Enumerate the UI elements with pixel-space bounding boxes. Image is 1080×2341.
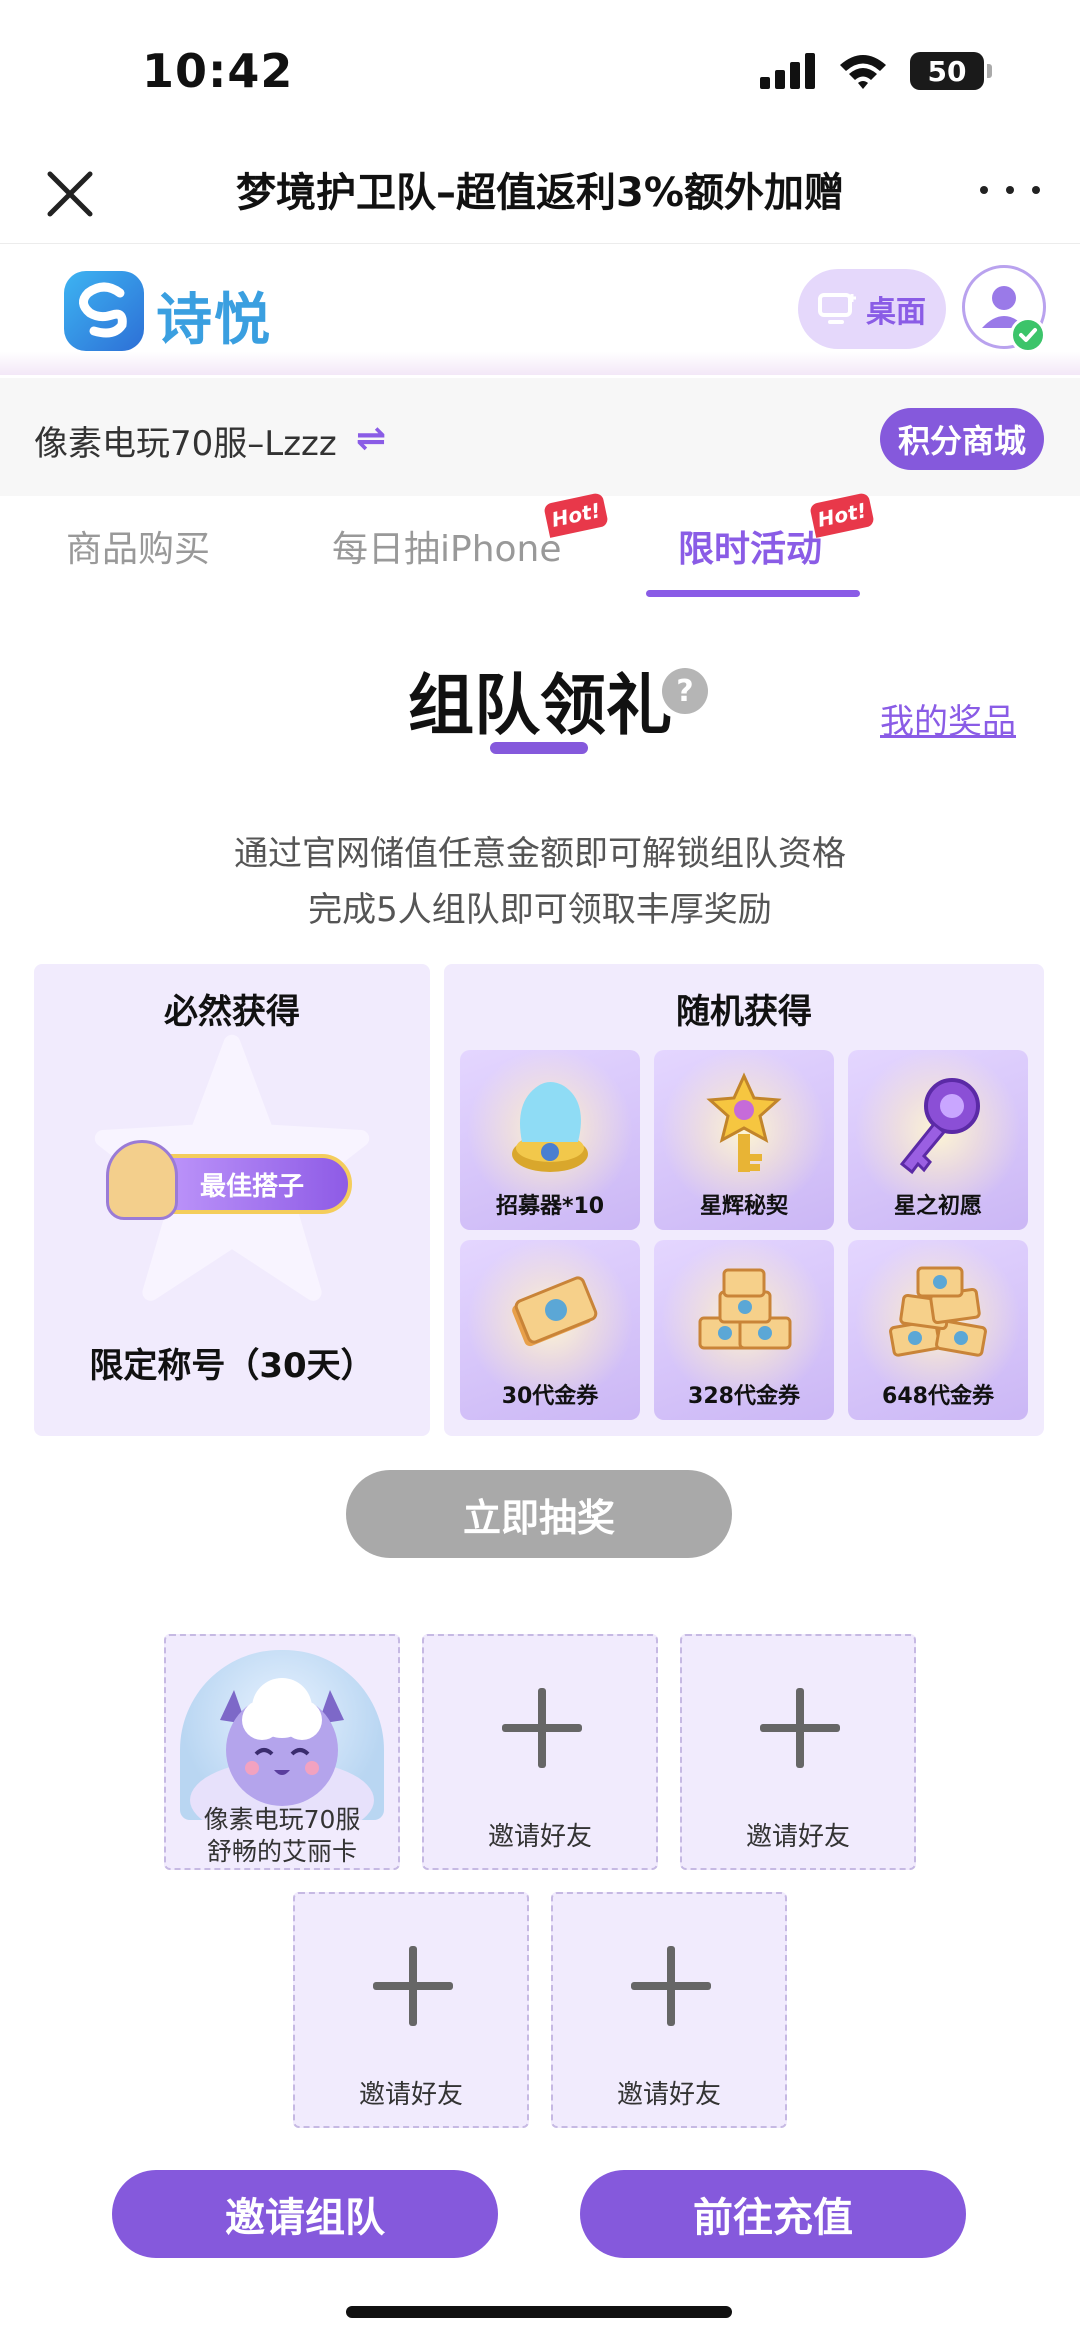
prize-card: 328代金券 [654,1240,834,1420]
logo-text: 诗悦 [156,288,272,353]
invite-team-button[interactable]: 邀请组队 [112,2170,498,2258]
recruiter-icon [512,1082,588,1172]
server-bar: 像素电玩70服–Lzzz ⇌ 积分商城 [0,378,1080,496]
voucher-pile-icon [889,1266,987,1357]
home-indicator [346,2306,732,2318]
prize-name: 招募器*10 [495,1194,605,1219]
tab-shop[interactable]: 商品购买 [66,520,210,572]
character-icon [106,1140,178,1220]
invite-friend-label: 邀请好友 [358,2080,463,2110]
star-key-icon [706,1072,782,1172]
go-recharge-button[interactable]: 前往充值 [580,2170,966,2258]
prize-card: 648代金券 [848,1240,1028,1420]
monitor-icon [818,293,856,324]
description-line-1: 通过官网储值任意金额即可解锁组队资格 [234,834,846,874]
points-mall-button[interactable]: 积分商城 [880,408,1044,470]
battery-icon: 50 [910,52,992,90]
invite-slot[interactable]: 邀请好友 [293,1892,529,2128]
prize-name: 648代金券 [882,1384,994,1409]
random-reward-panel: 随机获得 招募器*10 星辉秘契 星之初愿 30代金券 328代金券 648代金… [444,964,1044,1436]
cellular-signal-icon [760,53,815,89]
desktop-button[interactable]: 桌面 [798,269,946,349]
purple-key-icon [899,1078,980,1175]
battery-level: 50 [927,54,967,88]
wifi-icon [840,55,886,89]
member-server: 像素电玩70服 [203,1805,361,1834]
close-icon[interactable] [40,164,100,224]
invite-friend-label: 邀请好友 [616,2080,721,2110]
member-name: 像素电玩70服 舒畅的艾丽卡 [166,1804,398,1868]
invite-slot[interactable]: 邀请好友 [551,1892,787,2128]
hot-badge: Hot! [809,492,875,538]
page-title: 梦境护卫队–超值返利3%额外加赠 [236,170,844,216]
invite-slot[interactable]: 邀请好友 [422,1634,658,1870]
guaranteed-reward-panel: 必然获得 最佳搭子 限定称号（30天） [34,964,430,1436]
description-line-2: 完成5人组队即可领取丰厚奖励 [308,890,772,930]
member-avatar [180,1650,384,1820]
prize-card: 招募器*10 [460,1050,640,1230]
invite-friend-label: 邀请好友 [487,1822,592,1852]
plus-icon [760,1688,840,1768]
draw-now-button[interactable]: 立即抽奖 [346,1470,732,1558]
logo-icon [64,271,144,351]
title-bar: 梦境护卫队–超值返利3%额外加赠 [0,140,1080,244]
prize-name: 星之初愿 [893,1194,982,1219]
active-tab-indicator [646,590,860,597]
prize-card: 星之初愿 [848,1050,1028,1230]
hot-badge: Hot! [543,492,609,538]
prize-card: 30代金券 [460,1240,640,1420]
guaranteed-reward-heading: 必然获得 [164,992,300,1032]
desktop-label: 桌面 [866,295,926,330]
voucher-icon [512,1276,598,1347]
help-icon[interactable]: ? [662,668,708,714]
random-reward-heading: 随机获得 [676,992,812,1032]
my-prizes-link[interactable]: 我的奖品 [880,694,1016,743]
more-options-icon[interactable] [980,170,1040,210]
title-badge-text: 最佳搭子 [199,1171,304,1202]
section-title-underline [490,742,588,754]
status-time: 10:42 [142,44,294,98]
prize-name: 328代金券 [688,1384,800,1409]
tab-daily-iphone[interactable]: 每日抽iPhone [332,520,562,572]
invite-slot[interactable]: 邀请好友 [680,1634,916,1870]
prize-name: 30代金券 [501,1384,599,1409]
voucher-stack-icon [698,1268,792,1350]
plus-icon [631,1946,711,2026]
plus-icon [373,1946,453,2026]
member-nickname: 舒畅的艾丽卡 [206,1837,357,1866]
prize-card: 星辉秘契 [654,1050,834,1230]
tab-limited-events[interactable]: 限时活动 [678,520,822,572]
plus-icon [502,1688,582,1768]
invite-friend-label: 邀请好友 [745,1822,850,1852]
server-name[interactable]: 像素电玩70服–Lzzz [34,416,337,465]
site-header: 诗悦 桌面 [0,245,1080,375]
guaranteed-reward-label: 限定称号（30天） [89,1346,375,1386]
prize-name: 星辉秘契 [699,1194,788,1219]
team-member-slot: 像素电玩70服 舒畅的艾丽卡 [164,1634,400,1870]
status-icons: 50 [760,52,992,90]
verified-check-icon [1010,317,1046,353]
switch-server-icon[interactable]: ⇌ [356,418,386,459]
